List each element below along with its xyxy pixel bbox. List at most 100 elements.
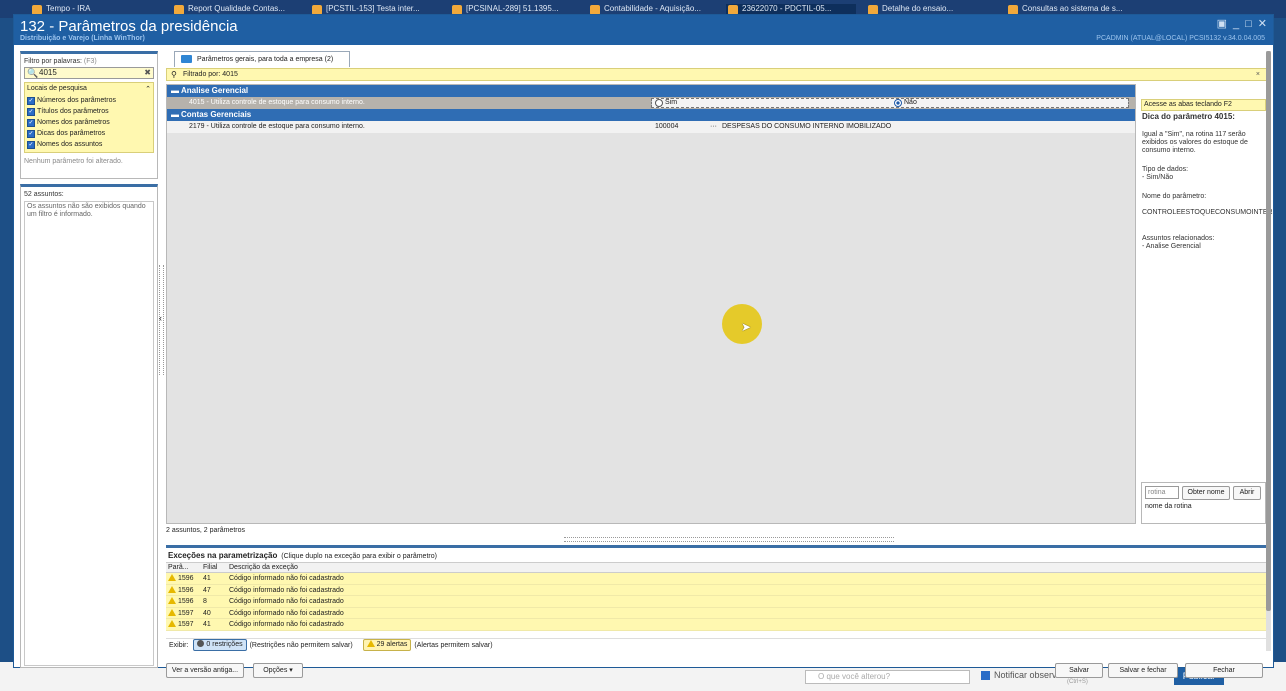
parametros-window: 132 - Parâmetros da presidência Distribu… bbox=[13, 14, 1274, 685]
exceptions-hint: (Clique duplo na exceção para exibir o p… bbox=[281, 553, 437, 560]
checkbox-checked-icon: ✓ bbox=[27, 107, 35, 116]
radio-off-icon bbox=[655, 99, 663, 107]
nome-label: Nome do parâmetro: bbox=[1142, 193, 1207, 200]
filter-icon: ⚲ bbox=[171, 70, 177, 79]
exception-row[interactable]: 1596 47 Código informado não foi cadastrad… bbox=[166, 584, 1267, 596]
checkbox-checked-icon: ✓ bbox=[27, 129, 35, 138]
clear-search-icon[interactable]: ✖ bbox=[144, 68, 151, 78]
no-change-note: Nenhum parâmetro foi alterado. bbox=[24, 158, 123, 165]
filter-box: Filtro por palavras: (F3) 🔍 4015 ✖ Locai… bbox=[20, 51, 158, 179]
search-icon: 🔍 bbox=[27, 68, 39, 78]
exception-row[interactable]: 1596 8 Código informado não foi cadastrado bbox=[166, 596, 1267, 608]
assuntos-message: Os assuntos não são exibidos quando um f… bbox=[24, 201, 154, 666]
horizontal-splitter[interactable] bbox=[564, 537, 894, 542]
dica-panel: Dica do parâmetro 4015: Igual a "Sim", n… bbox=[1141, 111, 1273, 253]
search-value: 4015 bbox=[39, 68, 57, 77]
collapse-left-icon[interactable]: ‹ bbox=[159, 313, 162, 323]
restricoes-toggle[interactable]: 0 restrições bbox=[193, 639, 247, 651]
filter-search-input[interactable]: 🔍 4015 ✖ bbox=[24, 67, 154, 79]
assuntos-title: 52 assuntos: bbox=[24, 191, 64, 198]
exceptions-title: Exceções na parametrização bbox=[168, 551, 278, 560]
lookup-icon[interactable]: ··· bbox=[710, 121, 717, 133]
rotina-input[interactable]: rotina bbox=[1145, 486, 1179, 499]
window-title: 132 - Parâmetros da presidência bbox=[20, 18, 238, 35]
group-header[interactable]: ▬ Contas Gerenciais bbox=[167, 109, 1135, 121]
dica-text: Igual a "Sim", na rotina 117 serão exibi… bbox=[1142, 131, 1248, 154]
exception-row[interactable]: 1597 40 Código informado não foi cadastrad… bbox=[166, 607, 1267, 619]
user-info: PCADMIN (ATUAL@LOCAL) PCSI5132 v.34.0.04… bbox=[1096, 35, 1265, 42]
exceptions-header: Parâ... Filial Descrição da exceção bbox=[166, 562, 1267, 573]
fechar-button[interactable]: Fechar bbox=[1185, 663, 1263, 678]
nome-rotina: nome da rotina bbox=[1145, 503, 1192, 510]
warning-icon bbox=[168, 597, 176, 604]
maximize-icon[interactable]: □ bbox=[1245, 18, 1252, 30]
f2-hint: Acesse as abas teclando F2 bbox=[1141, 99, 1266, 111]
window-controls: ▣ _ □ ✕ bbox=[1211, 17, 1267, 30]
collapse-group-icon[interactable]: ▬ bbox=[171, 109, 179, 121]
ver-versao-antiga-button[interactable]: Ver a versão antiga... bbox=[166, 663, 244, 678]
column-header[interactable]: Filial bbox=[203, 563, 217, 573]
footer-bar: Ver a versão antiga... Opções ▾ Salvar (… bbox=[166, 661, 1267, 685]
alertas-note: (Alertas permitem salvar) bbox=[414, 642, 493, 649]
opcoes-button[interactable]: Opções ▾ bbox=[253, 663, 303, 678]
filter-banner-text: Filtrado por: 4015 bbox=[183, 71, 238, 78]
radio-sim[interactable]: Sim bbox=[655, 98, 677, 108]
locais-checkbox-titulos[interactable]: ✓ Títulos dos parâmetros bbox=[27, 106, 151, 117]
scrollbar-thumb[interactable] bbox=[1266, 51, 1271, 611]
parameter-row-2179[interactable]: 2179 - Utiliza controle de estoque para … bbox=[167, 121, 1135, 133]
collapse-group-icon[interactable]: ▬ bbox=[171, 85, 179, 97]
column-header[interactable]: Descrição da exceção bbox=[229, 563, 298, 573]
minimize-icon[interactable]: _ bbox=[1233, 18, 1239, 30]
right-panel: Acesse as abas teclando F2 Dica do parâm… bbox=[1141, 99, 1273, 524]
salvar-e-fechar-button[interactable]: Salvar e fechar bbox=[1108, 663, 1178, 678]
collapse-icon[interactable]: ⌃ bbox=[145, 85, 151, 93]
locais-checkbox-assuntos[interactable]: ✓ Nomes dos assuntos bbox=[27, 139, 151, 150]
window-scrollbar[interactable] bbox=[1266, 51, 1271, 651]
tab-parametros-gerais[interactable]: Parâmetros gerais, para toda a empresa (… bbox=[174, 51, 350, 67]
warning-icon bbox=[366, 640, 375, 647]
parameters-grid: ▬ Analise Gerencial 4015 - Utiliza contro… bbox=[166, 84, 1136, 524]
parameter-value-field bbox=[651, 98, 1129, 108]
parameter-description: DESPESAS DO CONSUMO INTERNO IMOBILIZADO bbox=[722, 123, 892, 130]
exibir-bar: Exibir: 0 restrições (Restrições não perm… bbox=[166, 638, 1267, 654]
assuntos-box: 52 assuntos: Os assuntos não são exibido… bbox=[20, 184, 158, 668]
mouse-cursor-icon: ➤ bbox=[741, 320, 752, 334]
left-splitter[interactable]: ‹ bbox=[159, 265, 164, 375]
dica-title: Dica do parâmetro 4015: bbox=[1142, 112, 1235, 121]
locais-checkbox-numeros[interactable]: ✓ Números dos parâmetros bbox=[27, 95, 151, 106]
salvar-shortcut: (Ctrl+S) bbox=[1067, 679, 1088, 685]
parameter-label: 2179 - Utiliza controle de estoque para … bbox=[189, 123, 365, 130]
group-header[interactable]: ▬ Analise Gerencial bbox=[167, 85, 1135, 97]
parameter-code[interactable]: 100004 bbox=[655, 121, 678, 133]
assuntos-rel-value: - Analise Gerencial bbox=[1142, 243, 1201, 250]
alertas-toggle[interactable]: 29 alertas bbox=[362, 639, 412, 651]
warning-icon bbox=[168, 574, 176, 581]
exception-row[interactable]: 1597 41 Código informado não foi cadastrad… bbox=[166, 619, 1267, 631]
filter-hint: (F3) bbox=[83, 58, 97, 65]
clear-filter-icon[interactable]: × bbox=[1256, 69, 1260, 80]
column-header[interactable]: Parâ... bbox=[168, 563, 189, 573]
exception-row[interactable]: 1596 41 Código informado não foi cadastrad… bbox=[166, 573, 1267, 585]
assuntos-rel-label: Assuntos relacionados: bbox=[1142, 235, 1215, 242]
left-panel: Filtro por palavras: (F3) 🔍 4015 ✖ Locai… bbox=[20, 51, 158, 668]
restricoes-note: (Restrições não permitem salvar) bbox=[249, 642, 353, 649]
locais-title: Locais de pesquisa bbox=[27, 85, 87, 92]
nome-value: CONTROLEESTOQUECONSUMOINTER bbox=[1142, 209, 1273, 216]
exibir-label: Exibir: bbox=[169, 642, 189, 649]
radio-nao[interactable]: Não bbox=[894, 98, 917, 108]
tipo-value: - Sim/Não bbox=[1142, 174, 1174, 181]
rotina-box: rotina Obter nome Abrir nome da rotina bbox=[1141, 482, 1266, 524]
locais-checkbox-dicas[interactable]: ✓ Dicas dos parâmetros bbox=[27, 128, 151, 139]
parameter-row-4015[interactable]: 4015 - Utiliza controle de estoque para … bbox=[167, 97, 1135, 109]
salvar-button[interactable]: Salvar bbox=[1055, 663, 1103, 678]
warning-icon bbox=[168, 608, 176, 616]
obter-nome-button[interactable]: Obter nome bbox=[1182, 486, 1230, 500]
locais-checkbox-nomes[interactable]: ✓ Nomes dos parâmetros bbox=[27, 117, 151, 128]
close-icon[interactable]: ✕ bbox=[1258, 18, 1267, 30]
restore-icon[interactable]: ▣ bbox=[1217, 18, 1227, 30]
warning-icon bbox=[168, 620, 176, 627]
checkbox-checked-icon: ✓ bbox=[27, 140, 35, 149]
checkbox-checked-icon: ✓ bbox=[27, 96, 35, 105]
abrir-button[interactable]: Abrir bbox=[1233, 486, 1261, 500]
tipo-label: Tipo de dados: bbox=[1142, 166, 1189, 173]
